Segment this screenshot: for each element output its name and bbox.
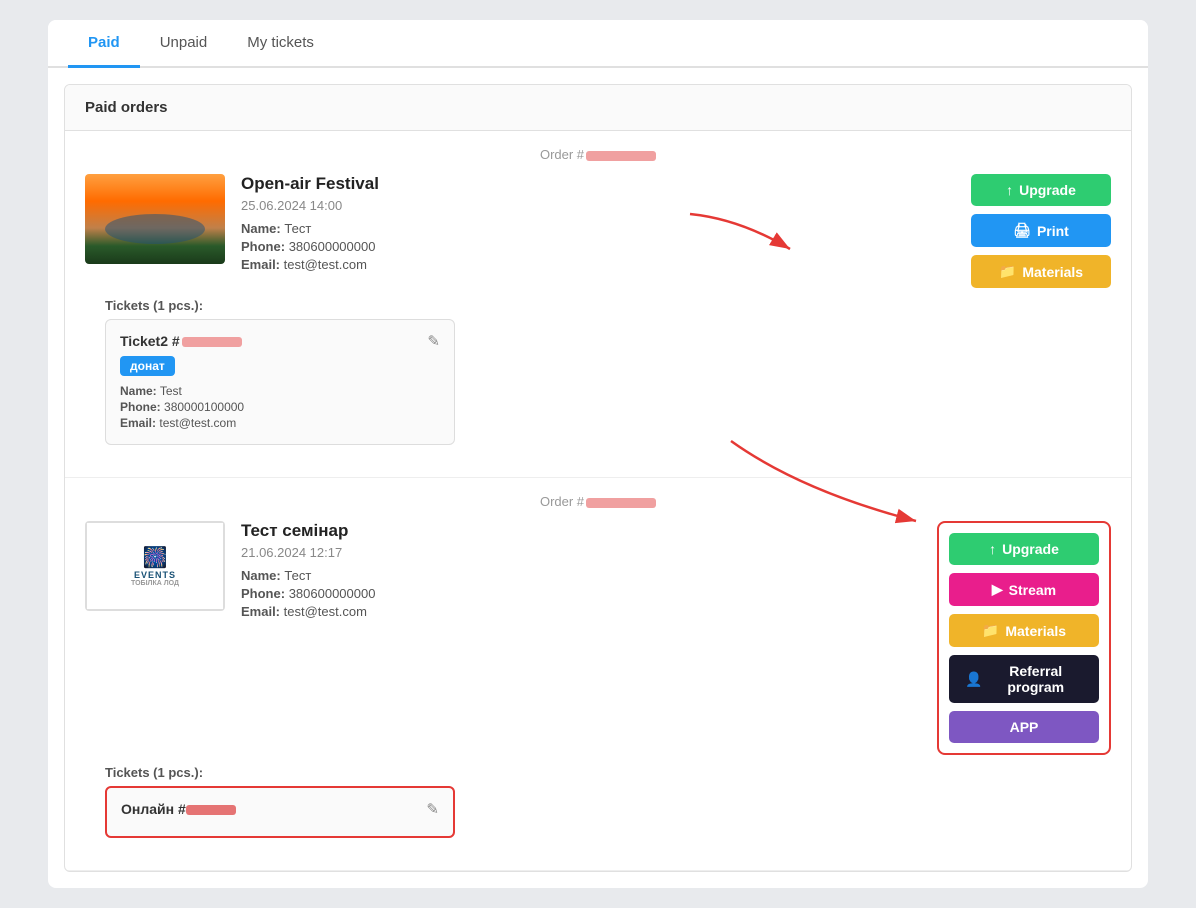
order-2-phone: Phone: 380600000000 <box>241 586 573 601</box>
ticket-2-title: Онлайн # <box>121 801 236 817</box>
order-2-title: Тест семінар <box>241 521 573 541</box>
referral-button-2[interactable]: 👤 Referral program <box>949 655 1099 703</box>
order-2-id-row: Order # <box>85 494 1111 509</box>
materials-button-2[interactable]: 📁 Materials <box>949 614 1099 647</box>
order-2-actions: ↑ Upgrade ▶ Stream 📁 Materials 👤 <box>949 533 1099 743</box>
order-1-actions: ↑ Upgrade 🖨 Print 📁 Materials <box>971 174 1111 288</box>
order-1-block: Order # Open-air Festival 25.06.2024 14:… <box>65 131 1131 478</box>
print-icon-1: 🖨 <box>1013 222 1031 239</box>
events-logo-graphic: 🎆 <box>143 545 168 570</box>
print-button-1[interactable]: 🖨 Print <box>971 214 1111 247</box>
order-1-date: 25.06.2024 14:00 <box>241 198 939 213</box>
paid-orders-section: Paid orders Order # Open-air Festival 25… <box>64 84 1132 872</box>
upgrade-button-2[interactable]: ↑ Upgrade <box>949 533 1099 565</box>
events-logo-text: EVENTS <box>134 570 176 580</box>
ticket-1-email: Email: test@test.com <box>120 416 440 430</box>
order-1-title: Open-air Festival <box>241 174 939 194</box>
stream-button-2[interactable]: ▶ Stream <box>949 573 1099 606</box>
order-1-phone: Phone: 380600000000 <box>241 239 939 254</box>
order-2-tickets-label: Tickets (1 pcs.): <box>85 755 1111 786</box>
order-2-event-image: 🎆 EVENTS ТОБІЛКА ЛОД <box>85 521 225 611</box>
ticket-1-id-redacted <box>182 337 242 347</box>
stream-icon-2: ▶ <box>992 581 1003 598</box>
ticket-1-edit-icon[interactable]: ✎ <box>427 332 440 350</box>
ticket-1-badge: донат <box>120 356 175 376</box>
ticket-1-name: Name: Test <box>120 384 440 398</box>
order-1-name: Name: Тест <box>241 221 939 236</box>
upgrade-icon-2: ↑ <box>989 541 996 557</box>
order-1-event-image <box>85 174 225 264</box>
order-2-email: Email: test@test.com <box>241 604 573 619</box>
tab-paid[interactable]: Paid <box>68 20 140 68</box>
order-2-event-row: 🎆 EVENTS ТОБІЛКА ЛОД Тест семінар 21.06.… <box>85 521 1111 755</box>
tabs-bar: Paid Unpaid My tickets <box>48 20 1148 68</box>
ticket-1-title: Ticket2 # <box>120 333 242 349</box>
order-2-id-redacted <box>586 498 656 508</box>
tab-unpaid[interactable]: Unpaid <box>140 20 228 68</box>
materials-button-1[interactable]: 📁 Materials <box>971 255 1111 288</box>
order-2-actions-box: ↑ Upgrade ▶ Stream 📁 Materials 👤 <box>937 521 1111 755</box>
app-button-2[interactable]: APP <box>949 711 1099 743</box>
arrow-1-svg <box>680 204 800 284</box>
order-1-id-redacted <box>586 151 656 161</box>
ticket-1-phone: Phone: 380000100000 <box>120 400 440 414</box>
events-logo: 🎆 EVENTS ТОБІЛКА ЛОД <box>85 521 225 611</box>
order-1-event-row: Open-air Festival 25.06.2024 14:00 Name:… <box>85 174 1111 288</box>
ticket-2-header: Онлайн # ✎ <box>121 800 439 818</box>
main-container: Paid Unpaid My tickets Paid orders Order… <box>48 20 1148 888</box>
order-2-block: Order # 🎆 EVENTS ТОБІЛКА ЛОД Тест семіна… <box>65 478 1131 871</box>
order-2-label: Order # <box>540 494 584 509</box>
order-2-name: Name: Тест <box>241 568 573 583</box>
order-2-ticket-card: Онлайн # ✎ <box>105 786 455 838</box>
landscape-photo <box>85 174 225 264</box>
upgrade-icon-1: ↑ <box>1006 182 1013 198</box>
upgrade-button-1[interactable]: ↑ Upgrade <box>971 174 1111 206</box>
arrow-2-svg <box>721 431 921 551</box>
order-1-ticket-card: Ticket2 # ✎ донат Name: Test Phone: 3800… <box>105 319 455 445</box>
order-1-label: Order # <box>540 147 584 162</box>
events-logo-sub: ТОБІЛКА ЛОД <box>131 580 179 587</box>
ticket-2-id-redacted <box>186 805 236 815</box>
materials-icon-1: 📁 <box>999 263 1016 280</box>
tab-my-tickets[interactable]: My tickets <box>227 20 334 68</box>
order-2-date: 21.06.2024 12:17 <box>241 545 573 560</box>
order-1-event-info: Open-air Festival 25.06.2024 14:00 Name:… <box>241 174 939 275</box>
ticket-1-header: Ticket2 # ✎ <box>120 332 440 350</box>
section-title: Paid orders <box>65 85 1131 131</box>
order-1-tickets-label: Tickets (1 pcs.): <box>85 288 1111 319</box>
referral-icon-2: 👤 <box>965 671 982 688</box>
ticket-2-edit-icon[interactable]: ✎ <box>426 800 439 818</box>
order-1-id-row: Order # <box>85 147 1111 162</box>
materials-icon-2: 📁 <box>982 622 999 639</box>
order-2-event-info: Тест семінар 21.06.2024 12:17 Name: Тест… <box>241 521 573 622</box>
order-1-email: Email: test@test.com <box>241 257 939 272</box>
